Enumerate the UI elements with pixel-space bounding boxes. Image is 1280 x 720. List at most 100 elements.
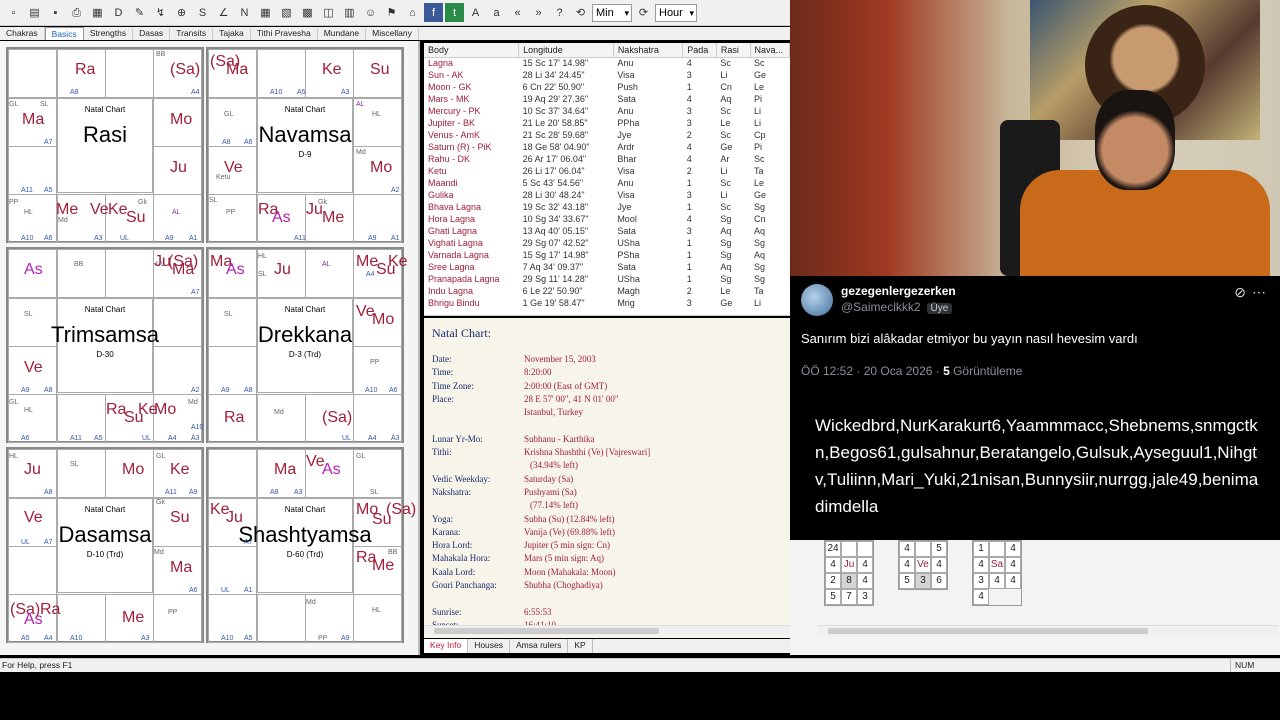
table-row[interactable]: Varnada Lagna 15 Sg 17' 14.98" PSha 1 Sg Aq (424, 249, 790, 261)
planet-label[interactable]: Ve (24, 359, 43, 377)
planet-label[interactable]: Su (126, 209, 146, 227)
tab-dasas[interactable]: Dasas (133, 27, 171, 40)
table-row[interactable]: Sree Lagna 7 Aq 34' 09.37" Sata 1 Aq Sg (424, 261, 790, 273)
column-header[interactable]: Nakshatra (613, 43, 684, 58)
planet-label[interactable]: Ju (226, 509, 243, 527)
print-icon[interactable]: ⎙ (67, 3, 86, 22)
chart-rasi[interactable]: Natal Chart Rasi BB A8 A4 GL SL A7 A11 A5 PP HL Md Gk… (6, 47, 204, 243)
planet-label[interactable]: As (24, 261, 43, 279)
grid-icon[interactable]: ▦ (256, 3, 275, 22)
planet-label[interactable]: As (24, 611, 43, 629)
planet-label[interactable]: Ra (224, 409, 244, 427)
planet-label[interactable]: Su (370, 61, 390, 79)
planet-label[interactable]: As (322, 461, 341, 479)
table-row[interactable]: Mercury - PK 10 Sc 37' 34.64" Anu 3 Sc Li (424, 105, 790, 117)
tab-transits[interactable]: Transits (170, 27, 214, 40)
table-row[interactable]: Bhrigu Bindu 1 Ge 19' 58.47" Mrig 3 Ge Li (424, 297, 790, 309)
zoom-select[interactable]: Min (592, 3, 632, 22)
column-header[interactable]: Nava... (750, 43, 790, 58)
bottom-tab-houses[interactable]: Houses (468, 639, 511, 653)
table-row[interactable]: Vighati Lagna 29 Sg 07' 42.52" USha 1 Sg Sg (424, 237, 790, 249)
planet-label[interactable]: Ve (224, 159, 243, 177)
table-row[interactable]: Saturn (R) - PiK 18 Ge 58' 04.90" Ardr 4 Ge P… (424, 141, 790, 153)
planet-label[interactable]: Ra (75, 61, 95, 79)
bottom-tab-amsa-rulers[interactable]: Amsa rulers (510, 639, 569, 653)
table-row[interactable]: Gulika 28 Li 30' 48.24" Visa 3 Li Ge (424, 189, 790, 201)
bottom-tab-key-info[interactable]: Key Info (424, 639, 469, 653)
planet-label[interactable]: Ma (22, 111, 44, 129)
new-icon[interactable]: ▫ (4, 3, 23, 22)
planet-label[interactable]: Ke (322, 61, 342, 79)
table-row[interactable]: Rahu - DK 26 Ar 17' 06.04" Bhar 4 Ar Sc (424, 153, 790, 165)
chart-navamsa[interactable]: Natal Chart Navamsa D-9 A10 A5 A3 GL AL HL A8 A6 Md… (206, 47, 404, 243)
column-header[interactable]: Longitude (518, 43, 614, 58)
n-icon[interactable]: N (235, 3, 254, 22)
table-row[interactable]: Pranapada Lagna 29 Sg 11' 14.28" USha 1 Sg Sg (424, 273, 790, 285)
chart-drekkana[interactable]: Natal Chart Drekkana D-3 (Trd) HL SL AL A4 SL PP… (206, 247, 408, 443)
table-row[interactable]: Sun - AK 28 Li 34' 24.45" Visa 3 Li Ge (424, 69, 790, 81)
bottom-tab-kp[interactable]: KP (568, 639, 593, 653)
column-header[interactable]: Body (424, 43, 520, 58)
planet-label[interactable]: Ma (274, 461, 296, 479)
table-row[interactable]: Lagna 15 Sc 17' 14.98" Anu 4 Sc Sc (424, 57, 790, 69)
planet-label[interactable]: Ve (24, 509, 43, 527)
tab-mundane[interactable]: Mundane (318, 27, 367, 40)
scroll-thumb[interactable] (828, 628, 1148, 634)
edit-icon[interactable]: ✎ (130, 3, 149, 22)
table-row[interactable]: Jupiter - BK 21 Le 20' 58.85" PPha 3 Le Li (424, 117, 790, 129)
planet-label[interactable]: Ke (170, 461, 190, 479)
facebook-icon[interactable]: f (424, 3, 443, 22)
tab-strengths[interactable]: Strengths (84, 27, 134, 40)
sb-icon[interactable]: ▩ (298, 3, 317, 22)
planet-table-pane[interactable]: Body Longitude Nakshatra Pada Rasi Nava... La… (424, 43, 790, 316)
scroll-thumb[interactable] (434, 628, 659, 634)
save-icon[interactable]: ▪ (46, 3, 65, 22)
map-icon[interactable]: ▧ (277, 3, 296, 22)
step-back-icon[interactable]: ⟲ (571, 3, 590, 22)
chart-trimsamsa[interactable]: Natal Chart Trimsamsa D-30 BB UL A7 SL A9 A8 A2 GL… (6, 247, 204, 443)
planet-label[interactable]: Mo (370, 159, 392, 177)
planet-label[interactable]: Ma (170, 559, 192, 577)
table-row[interactable]: Venus - AmK 21 Sc 28' 59.68" Jye 2 Sc Cp (424, 129, 790, 141)
square-icon[interactable]: ◫ (319, 3, 338, 22)
planet-label[interactable]: Mo (372, 311, 394, 329)
planet-label[interactable]: Me (322, 209, 344, 227)
table-row[interactable]: Ghati Lagna 13 Aq 40' 05.15" Sata 3 Aq Aq (424, 225, 790, 237)
planet-label[interactable]: Ve (90, 201, 109, 219)
chart-icon[interactable]: ▦ (88, 3, 107, 22)
wheel-icon[interactable]: ⊕ (172, 3, 191, 22)
planet-label[interactable]: Ke (108, 201, 128, 219)
planet-label[interactable]: Ra (40, 601, 60, 619)
tab-miscellany[interactable]: Miscellany (366, 27, 419, 40)
planet-label[interactable]: Ma (226, 61, 248, 79)
tab-tithi-pravesha[interactable]: Tithi Pravesha (251, 27, 318, 40)
planet-label[interactable]: Su (170, 509, 190, 527)
table-row[interactable]: Bhava Lagna 19 Sc 32' 43.18" Jye 1 Sc Sg (424, 201, 790, 213)
table-icon[interactable]: ▥ (340, 3, 359, 22)
table-row[interactable]: Ketu 26 Li 17' 06.04" Visa 2 Li Ta (424, 165, 790, 177)
twitter-icon[interactable]: t (445, 3, 464, 22)
unit-select[interactable]: Hour (655, 3, 697, 22)
tab-chakras[interactable]: Chakras (0, 27, 45, 40)
planet-label[interactable]: Mo (154, 401, 176, 419)
next-icon[interactable]: » (529, 3, 548, 22)
column-header[interactable]: Rasi (716, 43, 751, 58)
table-row[interactable]: Maandi 5 Sc 43' 54.56" Anu 1 Sc Le (424, 177, 790, 189)
planet-label[interactable]: Ju (24, 461, 41, 479)
tab-tajaka[interactable]: Tajaka (213, 27, 251, 40)
planet-label[interactable]: As (272, 209, 291, 227)
home-icon[interactable]: ⌂ (403, 3, 422, 22)
planet-label[interactable]: Su (124, 409, 144, 427)
planet-label[interactable]: Ke (388, 253, 408, 271)
prev-icon[interactable]: « (508, 3, 527, 22)
column-header[interactable]: Pada (682, 43, 717, 58)
table-row[interactable]: Indu Lagna 6 Le 22' 50.90" Magh 2 Le Ta (424, 285, 790, 297)
table-row[interactable]: Mars - MK 19 Aq 29' 27.36" Sata 4 Aq Pi (424, 93, 790, 105)
right-scrollbar[interactable] (818, 625, 1278, 635)
planet-label[interactable]: Me (56, 201, 78, 219)
a-small-icon[interactable]: a (487, 3, 506, 22)
planet-label[interactable]: Me (122, 609, 144, 627)
flag-icon[interactable]: ⚑ (382, 3, 401, 22)
chart-dasamsa[interactable]: Natal Chart Dasamsa D-10 (Trd) HL SL GL A8 A11 A… (6, 447, 204, 643)
help-icon[interactable]: ? (550, 3, 569, 22)
